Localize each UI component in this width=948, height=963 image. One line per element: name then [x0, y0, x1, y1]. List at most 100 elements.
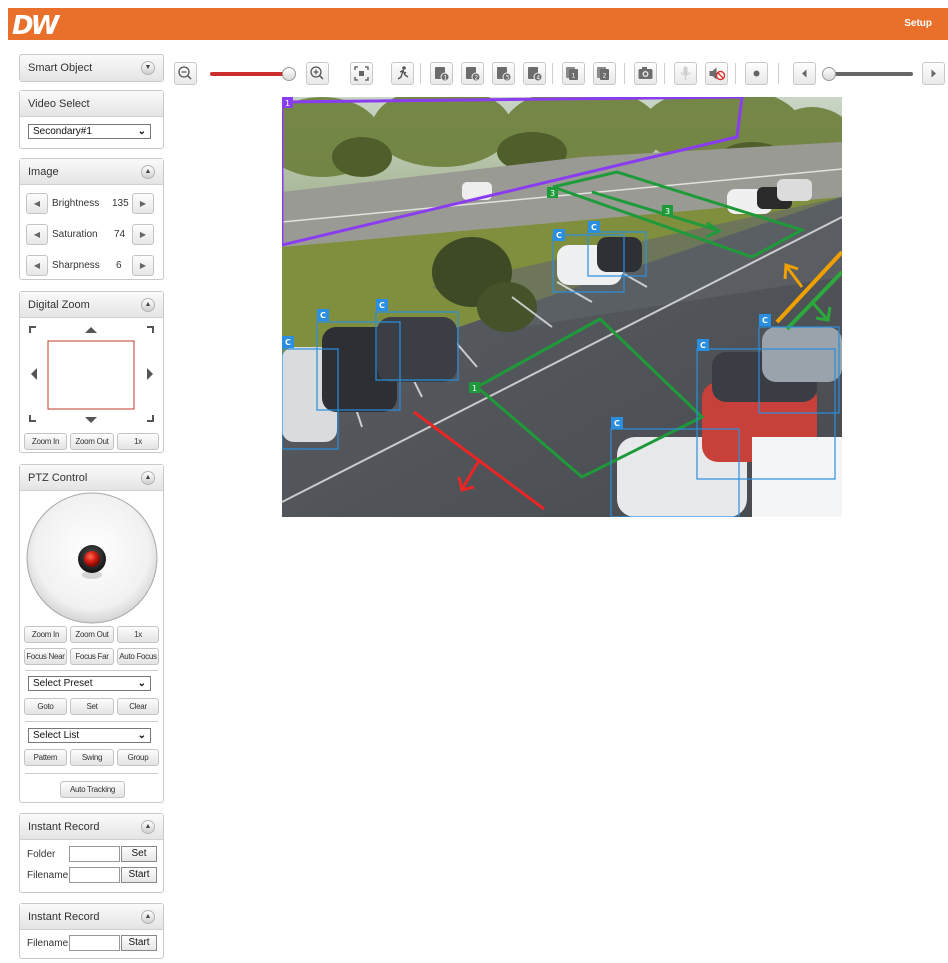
ptz-zoom-in-button[interactable]: Zoom In: [24, 626, 67, 643]
brightness-row: ◀ Brightness 135 ▶: [26, 193, 158, 215]
object-tag: C: [379, 301, 385, 310]
chevron-up-icon[interactable]: ▲: [141, 471, 155, 485]
sharpness-decrease-button[interactable]: ◀: [26, 255, 48, 276]
ptz-control-panel: PTZ Control ▲ Zoom In Zoom Out 1x Focus …: [19, 464, 164, 803]
image-title: Image: [28, 166, 59, 178]
list-select[interactable]: Select List ⌄: [28, 728, 151, 743]
chevron-up-icon[interactable]: ▲: [141, 910, 155, 924]
divider: [25, 670, 158, 671]
dw-logo: DW: [12, 11, 59, 41]
saturation-decrease-button[interactable]: ◀: [26, 224, 48, 245]
next-icon[interactable]: [922, 62, 945, 85]
zone-label: 3: [550, 189, 555, 198]
pan-up-icon[interactable]: [85, 327, 97, 333]
object-tag: C: [700, 341, 706, 350]
pattern-button[interactable]: Pattern: [24, 749, 67, 766]
zone-label: 1: [285, 99, 290, 108]
instant-record-title: Instant Record: [28, 821, 100, 833]
digital-zoom-1x-button[interactable]: 1x: [117, 433, 159, 450]
video-feed[interactable]: 1 3 3 1 C C C C C C C C: [282, 97, 842, 517]
digital-zoom-out-button[interactable]: Zoom Out: [70, 433, 114, 450]
chevron-up-icon[interactable]: ▲: [141, 820, 155, 834]
svg-text:2: 2: [603, 73, 607, 80]
svg-text:3: 3: [505, 74, 509, 81]
swing-button[interactable]: Swing: [70, 749, 114, 766]
instant-record-header[interactable]: Instant Record ▲: [20, 814, 163, 840]
microphone-icon[interactable]: [674, 62, 697, 85]
brightness-increase-button[interactable]: ▶: [132, 193, 154, 214]
instant-record-header[interactable]: Instant Record ▲: [20, 904, 163, 930]
fit-screen-icon[interactable]: [350, 62, 373, 85]
chevron-up-icon[interactable]: ▲: [141, 298, 155, 312]
record-icon[interactable]: [745, 62, 768, 85]
volume-slider-handle[interactable]: [822, 67, 836, 81]
volume-slider[interactable]: [829, 72, 913, 76]
setup-link[interactable]: Setup: [904, 18, 932, 29]
brightness-decrease-button[interactable]: ◀: [26, 193, 48, 214]
preset-select[interactable]: Select Preset ⌄: [28, 676, 151, 691]
filename-label: Filename: [27, 870, 69, 881]
svg-text:1: 1: [443, 74, 447, 81]
ptz-joystick[interactable]: [25, 491, 159, 625]
filename-input[interactable]: [69, 867, 120, 883]
motion-person-icon[interactable]: [391, 62, 414, 85]
record-start-button[interactable]: Start: [121, 867, 157, 883]
focus-near-button[interactable]: Focus Near: [24, 648, 67, 665]
sharpness-increase-button[interactable]: ▶: [132, 255, 154, 276]
group-button[interactable]: Group: [117, 749, 159, 766]
smart-object-header[interactable]: Smart Object ▼: [20, 55, 163, 81]
ptz-zoom-out-button[interactable]: Zoom Out: [70, 626, 114, 643]
speaker-mute-icon[interactable]: [705, 62, 728, 85]
chevron-down-icon[interactable]: ▼: [141, 61, 155, 75]
pan-down-icon[interactable]: [85, 417, 97, 423]
folder-input[interactable]: [69, 846, 120, 862]
snapshot-stack-1-icon[interactable]: 1: [562, 62, 585, 85]
preset-set-button[interactable]: Set: [70, 698, 114, 715]
zoom-in-icon[interactable]: [306, 62, 329, 85]
pan-right-icon[interactable]: [147, 368, 153, 380]
preset-clear-button[interactable]: Clear: [117, 698, 159, 715]
ptz-1x-button[interactable]: 1x: [117, 626, 159, 643]
folder-set-button[interactable]: Set: [121, 846, 157, 862]
zoom-region-rect[interactable]: [47, 340, 135, 410]
top-header-bar: DW Setup: [8, 8, 948, 41]
ptz-control-header[interactable]: PTZ Control ▲: [20, 465, 163, 491]
digital-zoom-navigator[interactable]: [20, 319, 163, 429]
video-2-icon[interactable]: 2: [461, 62, 484, 85]
instant-record-panel-folder: Instant Record ▲ Folder Set Filename Sta…: [19, 813, 164, 893]
chevron-down-icon: ⌄: [137, 678, 146, 689]
filename-label: Filename: [27, 938, 69, 949]
video-select-title: Video Select: [28, 98, 90, 110]
image-panel: Image ▲ ◀ Brightness 135 ▶ ◀ Saturation …: [19, 158, 164, 280]
snapshot-stack-2-icon[interactable]: 2: [593, 62, 616, 85]
sharpness-label: Sharpness: [52, 260, 100, 271]
auto-tracking-button[interactable]: Auto Tracking: [60, 781, 125, 798]
preset-goto-button[interactable]: Goto: [24, 698, 67, 715]
brightness-label: Brightness: [52, 198, 100, 209]
auto-focus-button[interactable]: Auto Focus: [117, 648, 159, 665]
focus-far-button[interactable]: Focus Far: [70, 648, 114, 665]
zoom-slider[interactable]: [210, 72, 292, 76]
digital-zoom-header[interactable]: Digital Zoom ▲: [20, 292, 163, 318]
record-start-button[interactable]: Start: [121, 935, 157, 951]
zoom-slider-handle[interactable]: [282, 67, 296, 81]
filename-input[interactable]: [69, 935, 120, 951]
pan-left-icon[interactable]: [31, 368, 37, 380]
divider: [25, 773, 158, 774]
video-1-icon[interactable]: 1: [430, 62, 453, 85]
prev-icon[interactable]: [793, 62, 816, 85]
video-stream-select[interactable]: Secondary#1 ⌄: [28, 124, 151, 139]
saturation-label: Saturation: [52, 229, 98, 240]
video-3-icon[interactable]: 3: [492, 62, 515, 85]
image-header[interactable]: Image ▲: [20, 159, 163, 185]
video-stream-value: Secondary#1: [33, 126, 92, 137]
saturation-increase-button[interactable]: ▶: [132, 224, 154, 245]
saturation-row: ◀ Saturation 74 ▶: [26, 224, 158, 246]
parking-lot-scene: 1 3 3 1 C C C C C C C C: [282, 97, 842, 517]
chevron-up-icon[interactable]: ▲: [141, 165, 155, 179]
video-4-icon[interactable]: 4: [523, 62, 546, 85]
digital-zoom-in-button[interactable]: Zoom In: [24, 433, 67, 450]
camera-icon[interactable]: [634, 62, 657, 85]
object-tag: C: [762, 316, 768, 325]
zoom-out-icon[interactable]: [174, 62, 197, 85]
